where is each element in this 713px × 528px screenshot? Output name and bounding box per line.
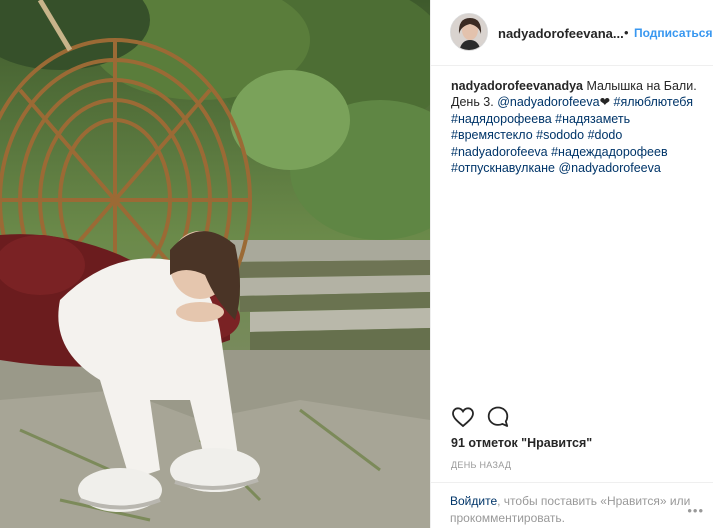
hashtag-link[interactable]: #dodo	[588, 128, 623, 142]
more-options-icon[interactable]: •••	[687, 503, 704, 518]
hashtag-link[interactable]: #надядорофеева	[451, 112, 552, 126]
follow-button[interactable]: Подписаться	[634, 26, 712, 40]
hashtag-link[interactable]: #nadyadorofeeva	[451, 145, 548, 159]
mention-link[interactable]: @nadyadorofeeva	[558, 161, 660, 175]
heart-emoji: ❤	[599, 95, 611, 110]
login-prompt: Войдите, чтобы поставить «Нравится» или …	[450, 493, 700, 527]
post-time[interactable]: ДЕНЬ НАЗАД	[451, 460, 511, 470]
hashtag-link[interactable]: #отпускнавулкане	[451, 161, 555, 175]
hashtag-link[interactable]: #ялюблютебя	[614, 95, 693, 109]
post-footer: Войдите, чтобы поставить «Нравится» или …	[431, 482, 713, 528]
avatar[interactable]	[450, 13, 488, 51]
login-link[interactable]: Войдите	[450, 494, 497, 508]
post-header: nadyadorofeevana... • Подписаться	[431, 0, 713, 66]
post-caption: nadyadorofeevanadya Малышка на Бали. Ден…	[451, 78, 701, 176]
comment-icon[interactable]	[486, 405, 510, 429]
post-sidebar: nadyadorofeevana... • Подписаться nadyad…	[430, 0, 713, 528]
caption-username[interactable]: nadyadorofeevanadya	[451, 79, 583, 93]
avatar-image	[451, 14, 487, 50]
likes-count[interactable]: 91 отметок "Нравится"	[451, 436, 592, 450]
separator-dot: •	[624, 25, 629, 40]
hashtag-link[interactable]: #sododo	[536, 128, 584, 142]
photo-illustration	[0, 0, 430, 528]
username-link[interactable]: nadyadorofeevana...	[498, 26, 624, 41]
hashtag-link[interactable]: #надеждадорофеев	[551, 145, 668, 159]
instagram-post: nadyadorofeevana... • Подписаться nadyad…	[0, 0, 713, 528]
hashtag-link[interactable]: #времястекло	[451, 128, 533, 142]
post-photo[interactable]	[0, 0, 430, 528]
mention-link[interactable]: @nadyadorofeeva	[497, 95, 599, 109]
hashtag-link[interactable]: #надязаметь	[555, 112, 630, 126]
heart-icon[interactable]	[451, 405, 475, 429]
